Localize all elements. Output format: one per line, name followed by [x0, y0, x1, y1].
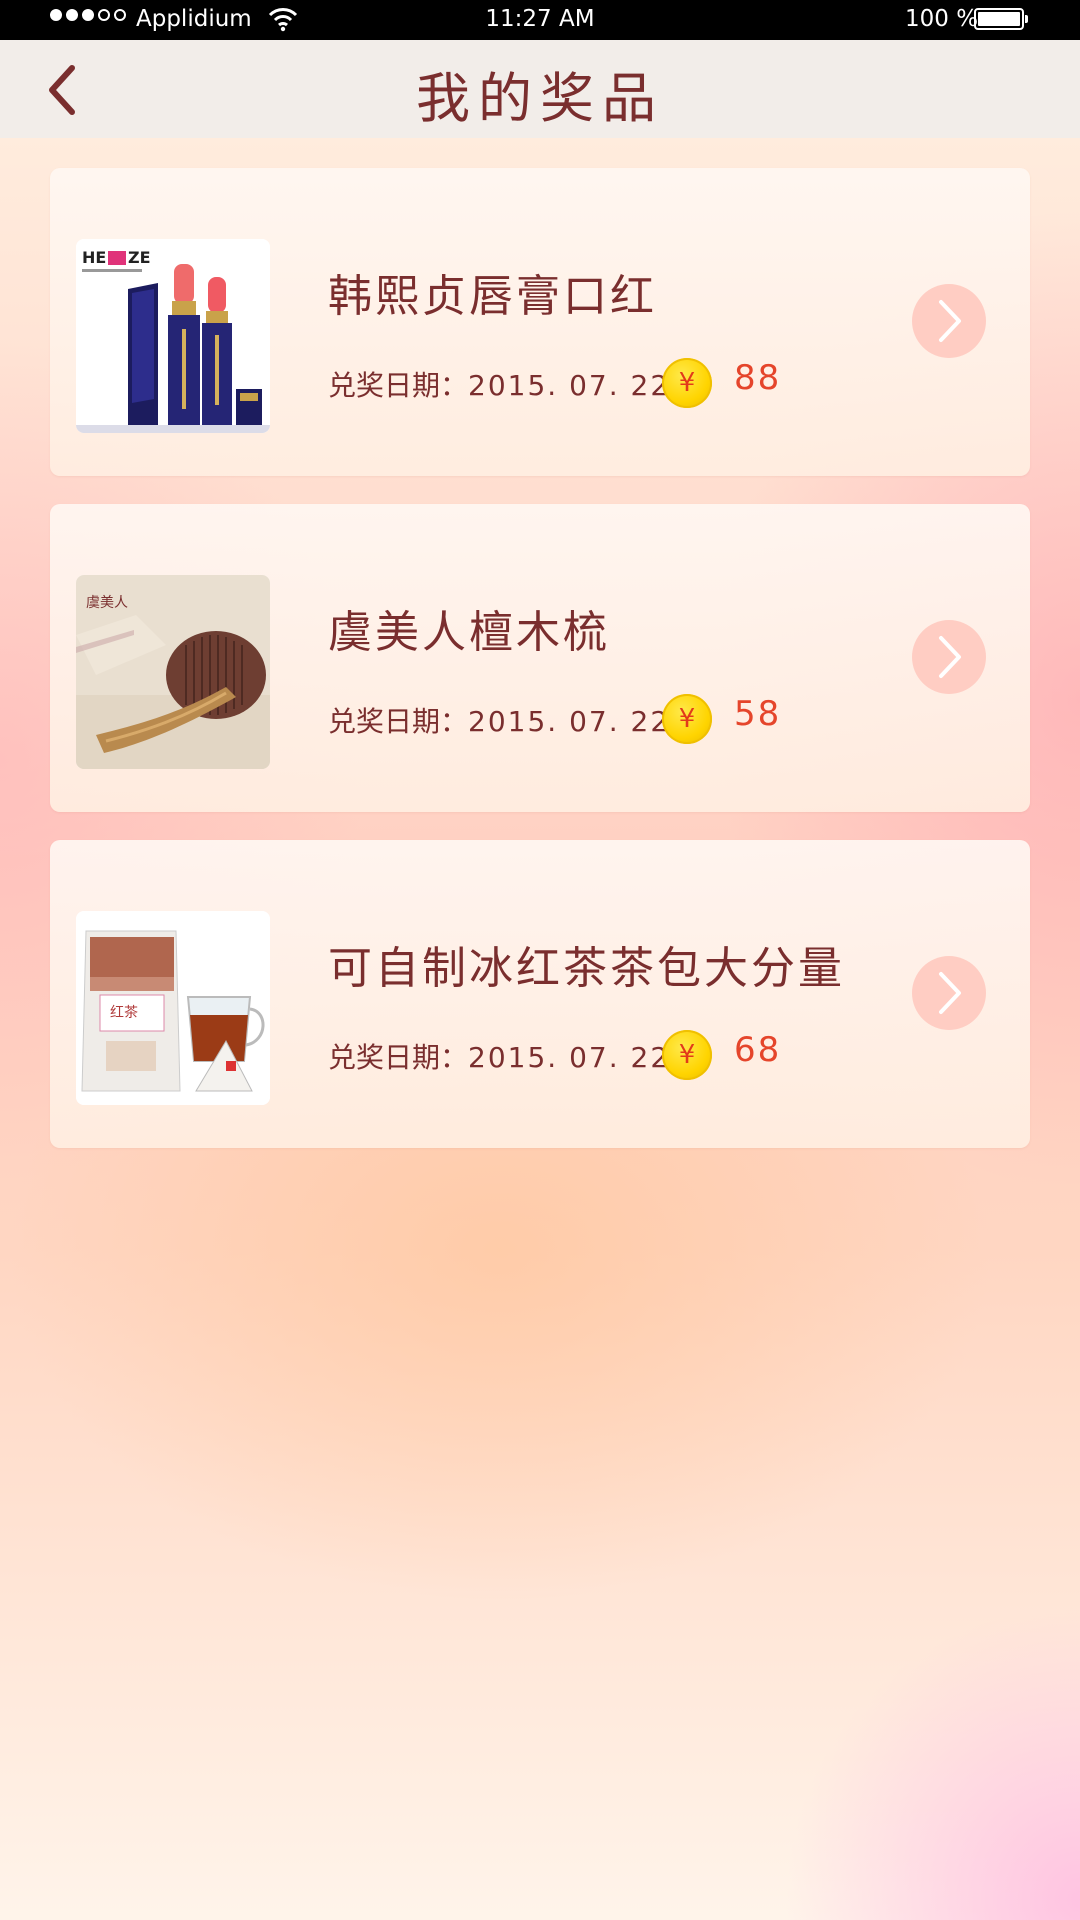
prize-detail-button[interactable] — [912, 284, 986, 358]
nav-bar: 我的奖品 — [0, 40, 1080, 138]
prize-detail-button[interactable] — [912, 956, 986, 1030]
redeem-date-value: 2015. 07. 22 — [468, 1041, 671, 1074]
svg-text:虞美人: 虞美人 — [86, 595, 128, 611]
page-title: 我的奖品 — [416, 67, 664, 130]
svg-text:HE: HE — [82, 248, 106, 267]
redeem-date-value: 2015. 07. 22 — [468, 369, 671, 402]
svg-text:ZE: ZE — [128, 248, 151, 267]
prize-detail-button[interactable] — [912, 620, 986, 694]
prize-name: 虞美人檀木梳 — [328, 607, 610, 658]
battery-icon — [974, 8, 1028, 30]
redeem-date-label: 兑奖日期： — [328, 1041, 469, 1074]
prize-points: 58 — [734, 694, 782, 734]
chevron-right-icon — [939, 300, 961, 342]
prize-points: 68 — [734, 1030, 782, 1070]
redeem-date-label: 兑奖日期： — [328, 705, 469, 738]
yuan-coin-icon: ¥ — [662, 694, 712, 744]
status-bar: Applidium 11:27 AM 100 % — [0, 0, 1080, 40]
redeem-date: 兑奖日期：2015. 07. 22 — [328, 700, 670, 740]
svg-text:红茶: 红茶 — [110, 1005, 138, 1021]
battery-percentage: 100 % — [905, 6, 979, 32]
chevron-right-icon — [939, 972, 961, 1014]
sandalwood-comb-image: 虞美人 — [76, 575, 270, 769]
redeem-date-label: 兑奖日期： — [328, 369, 469, 402]
redeem-date: 兑奖日期：2015. 07. 22 — [328, 1036, 670, 1076]
prize-list: HE ZE 韩熙贞唇膏口红 兑奖日期：2015. 07. 22 ¥ 88 虞美人… — [50, 168, 1030, 1176]
redeem-date-value: 2015. 07. 22 — [468, 705, 671, 738]
lipstick-image: HE ZE — [76, 239, 270, 433]
prize-name: 可自制冰红茶茶包大分量 — [328, 943, 845, 994]
tea-bag-image: 红茶 — [76, 911, 270, 1105]
yuan-coin-icon: ¥ — [662, 358, 712, 408]
yuan-coin-icon: ¥ — [662, 1030, 712, 1080]
prize-card[interactable]: 红茶 可自制冰红茶茶包大分量 兑奖日期：2015. 07. 22 ¥ 68 — [50, 840, 1030, 1148]
prize-card[interactable]: 虞美人 虞美人檀木梳 兑奖日期：2015. 07. 22 ¥ 58 — [50, 504, 1030, 812]
prize-card[interactable]: HE ZE 韩熙贞唇膏口红 兑奖日期：2015. 07. 22 ¥ 88 — [50, 168, 1030, 476]
chevron-right-icon — [939, 636, 961, 678]
redeem-date: 兑奖日期：2015. 07. 22 — [328, 364, 670, 404]
prize-name: 韩熙贞唇膏口红 — [328, 271, 657, 322]
prize-points: 88 — [734, 358, 782, 398]
